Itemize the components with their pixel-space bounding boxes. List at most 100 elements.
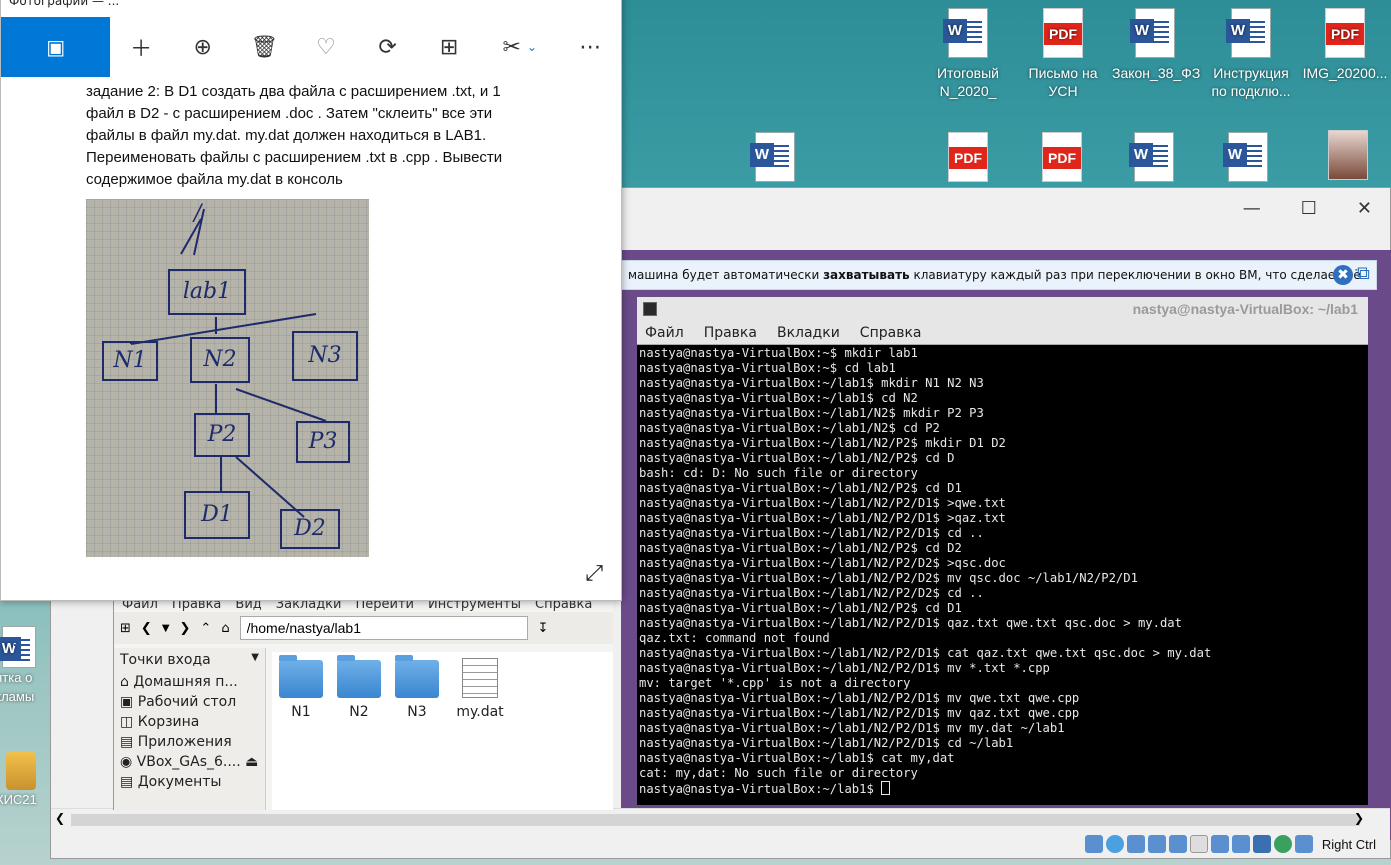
file-item-mydat[interactable]: my.dat xyxy=(452,656,508,806)
desktop-icon-word-2[interactable] xyxy=(750,132,795,182)
back-icon[interactable]: ❮ xyxy=(141,621,152,636)
usb-icon[interactable] xyxy=(1168,835,1187,853)
desktop-icon-word-3[interactable] xyxy=(1129,132,1174,182)
file-item-n1[interactable]: N1 xyxy=(278,655,324,806)
tree-node-n3: N3 xyxy=(292,331,358,381)
delete-button[interactable]: 🗑 xyxy=(234,17,296,77)
sidebar-item-documents[interactable]: ▤ Документы xyxy=(114,772,265,792)
sidebar-item-desktop[interactable]: ▣ Рабочий стол xyxy=(114,692,265,712)
desktop-icon-zakon[interactable]: Закон_38_ФЗ xyxy=(1112,8,1201,82)
add-button[interactable]: ＋ xyxy=(110,17,172,77)
desktop-icon-img[interactable]: IMG_20200... xyxy=(1302,8,1388,82)
fm-file-view: N1 N2 N3 my.dat xyxy=(272,652,613,810)
file-item-n2[interactable]: N2 xyxy=(336,655,382,806)
close-notice-icon[interactable]: ✖ xyxy=(1333,265,1353,285)
rotate-icon: ⟳ xyxy=(378,34,397,60)
desktop-icon-pismo[interactable]: Письмо на УСН xyxy=(1020,8,1106,100)
terminal-line: nastya@nastya-VirtualBox:~/lab1$ mkdir N… xyxy=(639,376,984,390)
crop-button[interactable]: ⊞ xyxy=(418,17,480,77)
file-item-n3[interactable]: N3 xyxy=(394,655,440,806)
trash-icon: 🗑 xyxy=(250,34,279,60)
menu-tabs[interactable]: Вкладки xyxy=(777,325,840,341)
sidebar-item-home[interactable]: ⌂ Домашняя п... xyxy=(114,672,265,692)
sidebar-item-applications[interactable]: ▤ Приложения xyxy=(114,732,265,752)
photos-titlebar[interactable]: Фотографии — ... xyxy=(1,0,621,17)
scroll-track[interactable] xyxy=(71,814,1360,826)
vbox-icon[interactable] xyxy=(1252,835,1271,853)
recording-icon[interactable] xyxy=(1231,835,1250,853)
new-tab-icon[interactable]: ⊞ xyxy=(120,621,131,636)
minimize-button[interactable]: — xyxy=(1243,198,1261,219)
task-description: задание 2: В D1 создать два файла с расш… xyxy=(86,83,503,188)
rotate-button[interactable]: ⟳ xyxy=(357,17,419,77)
terminal-line: nastya@nastya-VirtualBox:~$ mkdir lab1 xyxy=(639,346,918,360)
notice-capture-icon[interactable]: ⧉ xyxy=(1357,263,1370,284)
hdd-icon[interactable] xyxy=(1084,835,1103,853)
audio-icon[interactable] xyxy=(1126,835,1145,853)
network-icon[interactable] xyxy=(1147,835,1166,853)
sidebar-item-trash[interactable]: ◫ Корзина xyxy=(114,712,265,732)
horizontal-scrollbar[interactable]: ❮ ❯ xyxy=(51,808,1390,830)
sidebar-header[interactable]: Точки входа xyxy=(120,652,211,668)
terminal-window[interactable]: nastya@nastya-VirtualBox: ~/lab1 Файл Пр… xyxy=(637,297,1368,805)
forward-icon[interactable]: ❯ xyxy=(180,621,191,636)
terminal-line: nastya@nastya-VirtualBox:~/lab1/N2$ mkdi… xyxy=(639,406,984,420)
desktop-icon-label: Инструкция по подклю... xyxy=(1211,65,1291,99)
desktop-icon-word-4[interactable] xyxy=(1223,132,1268,182)
gallery-icon: ▣ xyxy=(46,35,66,59)
word-doc-icon xyxy=(750,132,795,182)
menu-help[interactable]: Справка xyxy=(860,325,922,341)
more-icon: ⋯ xyxy=(579,34,602,60)
tree-node-p2: P2 xyxy=(194,413,250,457)
home-icon[interactable]: ⌂ xyxy=(221,621,229,636)
edit-button[interactable]: ✂ ⌄ xyxy=(480,17,559,77)
pdf-icon xyxy=(948,132,988,182)
desktop-icon-label: Закон_38_ФЗ xyxy=(1112,65,1201,81)
word-doc-icon xyxy=(943,8,988,58)
desktop-icon-kis[interactable]: КИС21 xyxy=(0,752,50,809)
up-icon[interactable]: ⌃ xyxy=(200,621,211,636)
see-all-photos-button[interactable]: ▣ xyxy=(1,17,111,77)
terminal-line: nastya@nastya-VirtualBox:~/lab1/N2/P2/D1… xyxy=(639,721,1065,735)
terminal-line: nastya@nastya-VirtualBox:~/lab1/N2/P2$ m… xyxy=(639,436,1006,450)
go-icon[interactable]: ↧ xyxy=(538,621,549,636)
terminal-line: mv: target '*.cpp' is not a directory xyxy=(639,676,911,690)
chevron-down-icon[interactable]: ▼ xyxy=(251,652,259,668)
sidebar-item-vbox-gas[interactable]: ◉ VBox_GAs_6.... ⏏ xyxy=(114,752,265,772)
download-arrow-icon[interactable] xyxy=(1294,835,1313,853)
close-button[interactable]: ✕ xyxy=(1357,198,1372,219)
maximize-button[interactable]: ☐ xyxy=(1301,198,1317,219)
terminal-line: nastya@nastya-VirtualBox:~/lab1/N2/P2/D1… xyxy=(639,511,1006,525)
desktop-icon-pdf-3[interactable] xyxy=(1042,132,1082,182)
more-button[interactable]: ⋯ xyxy=(559,17,621,77)
word-doc-icon xyxy=(1226,8,1271,58)
desktop-icon-pdf-2[interactable] xyxy=(948,132,988,182)
favorite-button[interactable]: ♡ xyxy=(295,17,357,77)
display-icon[interactable] xyxy=(1210,835,1229,853)
menu-edit[interactable]: Правка xyxy=(704,325,757,341)
desktop-icon-pamyatka[interactable]: иятка о екламы xyxy=(0,626,50,706)
globe-icon[interactable] xyxy=(1273,835,1292,853)
terminal-icon xyxy=(643,302,657,316)
terminal-line: nastya@nastya-VirtualBox:~/lab1/N2$ cd P… xyxy=(639,421,940,435)
desktop-icon-itogovy[interactable]: Итоговый N_2020_ xyxy=(925,8,1011,100)
terminal-titlebar[interactable]: nastya@nastya-VirtualBox: ~/lab1 xyxy=(637,297,1368,321)
history-dropdown-icon[interactable]: ▼ xyxy=(162,623,170,634)
desktop-icon-instrukciya[interactable]: Инструкция по подклю... xyxy=(1208,8,1294,100)
menu-file[interactable]: Файл xyxy=(645,325,684,341)
text-file-icon xyxy=(462,658,498,698)
word-doc-icon xyxy=(1129,132,1174,182)
tree-node-d2: D2 xyxy=(280,509,340,549)
terminal-menubar: Файл Правка Вкладки Справка xyxy=(637,321,1368,345)
directory-tree-photo: / lab1 N1 N2 N3 P2 P3 D1 D2 xyxy=(86,199,369,557)
scroll-right-icon[interactable]: ❯ xyxy=(1354,811,1364,825)
shared-folder-icon[interactable] xyxy=(1189,835,1208,853)
optical-drive-icon[interactable] xyxy=(1105,835,1124,853)
expand-icon[interactable]: ⤢ xyxy=(585,561,603,586)
desktop-icon-photo[interactable] xyxy=(1328,130,1368,180)
photos-window: Фотографии — ... ▣ ＋ ⊕ 🗑 ♡ ⟳ ⊞ ✂ ⌄ ⋯ зада… xyxy=(0,0,622,601)
scroll-left-icon[interactable]: ❮ xyxy=(55,811,65,825)
zoom-button[interactable]: ⊕ xyxy=(172,17,234,77)
terminal-output[interactable]: nastya@nastya-VirtualBox:~$ mkdir lab1 na… xyxy=(637,345,1368,798)
path-input[interactable] xyxy=(239,616,528,640)
